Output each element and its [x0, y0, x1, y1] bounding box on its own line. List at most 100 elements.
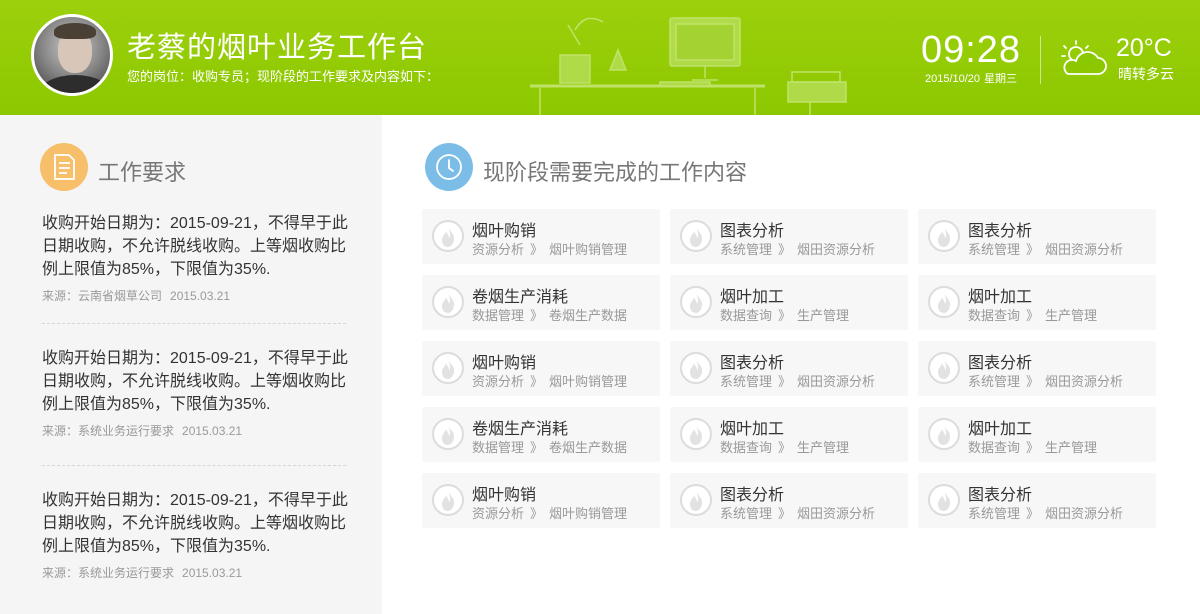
- task-card-title: 烟叶购销: [472, 223, 537, 240]
- breadcrumb-parent[interactable]: 系统管理: [720, 506, 772, 521]
- header-divider: [1040, 36, 1041, 84]
- task-card[interactable]: 烟叶加工 数据查询》生产管理: [918, 407, 1156, 462]
- page-subtitle: 您的岗位：收购专员；现阶段的工作要求及内容如下：: [127, 69, 440, 84]
- breadcrumb-parent[interactable]: 资源分析: [472, 374, 524, 389]
- breadcrumb-child[interactable]: 烟田资源分析: [797, 374, 875, 389]
- task-card-title: 烟叶加工: [720, 289, 785, 306]
- task-card[interactable]: 烟叶加工数据查询》生产管理: [670, 407, 908, 462]
- clock-weekday: 星期三: [984, 73, 1018, 85]
- breadcrumb-parent[interactable]: 数据查询: [720, 440, 772, 455]
- breadcrumb-parent[interactable]: 数据管理: [472, 308, 524, 323]
- breadcrumb-child[interactable]: 生产管理: [1045, 440, 1097, 455]
- clock-widget: 09:28 2015/10/20 星期三: [918, 30, 1024, 86]
- breadcrumb-parent[interactable]: 系统管理: [968, 374, 1020, 389]
- breadcrumb-separator: 》: [778, 374, 792, 389]
- task-card[interactable]: 烟叶购销 资源分析》烟叶购销管理: [422, 341, 660, 396]
- task-card[interactable]: 卷烟生产消耗 数据管理》卷烟生产数据: [422, 407, 660, 462]
- task-card-title: 图表分析: [968, 223, 1033, 240]
- flame-icon: [680, 418, 712, 450]
- breadcrumb-child[interactable]: 烟田资源分析: [1045, 374, 1123, 389]
- flame-icon: [432, 220, 464, 252]
- breadcrumb-parent[interactable]: 系统管理: [720, 242, 772, 257]
- breadcrumb-child[interactable]: 生产管理: [797, 440, 849, 455]
- flame-icon: [432, 418, 464, 450]
- clock-date: 2015/10/20: [924, 73, 981, 85]
- task-card[interactable]: 图表分析 系统管理》烟田资源分析: [670, 209, 908, 264]
- task-card-title: 图表分析: [968, 355, 1033, 372]
- task-card-title: 烟叶购销: [472, 355, 537, 372]
- task-card-breadcrumb: 资源分析》烟叶购销管理: [472, 371, 627, 390]
- requirement-date: 2015.03.21: [182, 566, 243, 580]
- task-card-breadcrumb: 系统管理》烟田资源分析: [720, 503, 875, 522]
- task-card-breadcrumb: 数据查询》生产管理: [968, 437, 1097, 456]
- desk-illustration: [530, 17, 847, 115]
- breadcrumb-parent[interactable]: 系统管理: [968, 242, 1020, 257]
- breadcrumb-child[interactable]: 烟叶购销管理: [549, 506, 627, 521]
- breadcrumb-parent[interactable]: 数据管理: [472, 440, 524, 455]
- flame-icon: [680, 220, 712, 252]
- breadcrumb-separator: 》: [1026, 308, 1040, 323]
- weather-temperature: 20°C: [1116, 34, 1172, 62]
- requirement-source: 来源：云南省烟草公司 2015.03.21: [42, 287, 352, 304]
- task-card[interactable]: 烟叶加工 数据查询》生产管理: [670, 275, 908, 330]
- breadcrumb-separator: 》: [1026, 440, 1040, 455]
- task-card[interactable]: 图表分析 系统管理》烟田资源分析: [918, 473, 1156, 528]
- breadcrumb-separator: 》: [1026, 242, 1040, 257]
- flame-icon: [928, 418, 960, 450]
- task-card[interactable]: 图表分析 系统管理》烟田资源分析: [918, 341, 1156, 396]
- breadcrumb-child[interactable]: 烟叶购销管理: [549, 374, 627, 389]
- task-card[interactable]: 烟叶购销 资源分析》烟叶购销管理: [422, 473, 660, 528]
- task-card[interactable]: 卷烟生产消耗 数据管理》卷烟生产数据: [422, 275, 660, 330]
- breadcrumb-parent[interactable]: 系统管理: [968, 506, 1020, 521]
- task-card[interactable]: 烟叶购销 资源分析》烟叶购销管理: [422, 209, 660, 264]
- breadcrumb-parent[interactable]: 资源分析: [472, 242, 524, 257]
- breadcrumb-child[interactable]: 生产管理: [797, 308, 849, 323]
- task-card-title: 图表分析: [720, 487, 785, 504]
- task-card[interactable]: 图表分析系统管理》烟田资源分析: [670, 341, 908, 396]
- breadcrumb-child[interactable]: 烟田资源分析: [1045, 506, 1123, 521]
- requirement-text: 收购开始日期为：2015-09-21，不得早于此日期收购，不允许脱线收购。上等烟…: [42, 350, 348, 413]
- breadcrumb-separator: 》: [530, 242, 544, 257]
- task-card-breadcrumb: 数据管理》卷烟生产数据: [472, 437, 627, 456]
- task-card-breadcrumb: 资源分析》烟叶购销管理: [472, 239, 627, 258]
- breadcrumb-child[interactable]: 烟田资源分析: [797, 242, 875, 257]
- requirement-text: 收购开始日期为：2015-09-21，不得早于此日期收购，不允许脱线收购。上等烟…: [42, 215, 348, 278]
- task-card[interactable]: 烟叶加工 数据查询》生产管理: [918, 275, 1156, 330]
- divider: [42, 323, 346, 324]
- task-card-title: 卷烟生产消耗: [472, 421, 569, 438]
- breadcrumb-separator: 》: [530, 506, 544, 521]
- breadcrumb-parent[interactable]: 系统管理: [720, 374, 772, 389]
- breadcrumb-parent[interactable]: 数据查询: [968, 440, 1020, 455]
- breadcrumb-separator: 》: [778, 440, 792, 455]
- breadcrumb-child[interactable]: 烟田资源分析: [797, 506, 875, 521]
- task-card-breadcrumb: 系统管理》烟田资源分析: [968, 503, 1123, 522]
- divider: [42, 465, 346, 466]
- breadcrumb-child[interactable]: 烟田资源分析: [1045, 242, 1123, 257]
- task-card-breadcrumb: 系统管理》烟田资源分析: [968, 371, 1123, 390]
- breadcrumb-child[interactable]: 卷烟生产数据: [549, 308, 627, 323]
- task-card-breadcrumb: 系统管理》烟田资源分析: [720, 239, 875, 258]
- task-card[interactable]: 图表分析 系统管理》烟田资源分析: [670, 473, 908, 528]
- breadcrumb-child[interactable]: 卷烟生产数据: [549, 440, 627, 455]
- task-card-title: 图表分析: [720, 355, 785, 372]
- breadcrumb-separator: 》: [778, 242, 792, 257]
- header-bar: 老蔡的烟叶业务工作台 您的岗位：收购专员；现阶段的工作要求及内容如下： 09:2…: [0, 0, 1200, 115]
- avatar[interactable]: [31, 14, 113, 96]
- avatar-shoulders: [38, 75, 110, 93]
- task-grid: 烟叶购销 资源分析》烟叶购销管理 图表分析 系统管理》烟田资源分析 图表分析 系统管理》烟…: [422, 209, 1156, 529]
- document-icon: [40, 143, 88, 191]
- breadcrumb-parent[interactable]: 数据查询: [968, 308, 1020, 323]
- requirement-item: 收购开始日期为：2015-09-21，不得早于此日期收购，不允许脱线收购。上等烟…: [42, 489, 352, 581]
- requirement-source-label: 来源：系统业务运行要求: [42, 566, 175, 580]
- breadcrumb-child[interactable]: 烟叶购销管理: [549, 242, 627, 257]
- flame-icon: [928, 484, 960, 516]
- breadcrumb-parent[interactable]: 数据查询: [720, 308, 772, 323]
- breadcrumb-parent[interactable]: 资源分析: [472, 506, 524, 521]
- breadcrumb-child[interactable]: 生产管理: [1045, 308, 1097, 323]
- task-card[interactable]: 图表分析系统管理》烟田资源分析: [918, 209, 1156, 264]
- task-card-breadcrumb: 数据查询》生产管理: [968, 305, 1097, 324]
- task-card-title: 烟叶加工: [720, 421, 785, 438]
- requirement-source-label: 来源：系统业务运行要求: [42, 424, 175, 438]
- flame-icon: [680, 484, 712, 516]
- breadcrumb-separator: 》: [530, 308, 544, 323]
